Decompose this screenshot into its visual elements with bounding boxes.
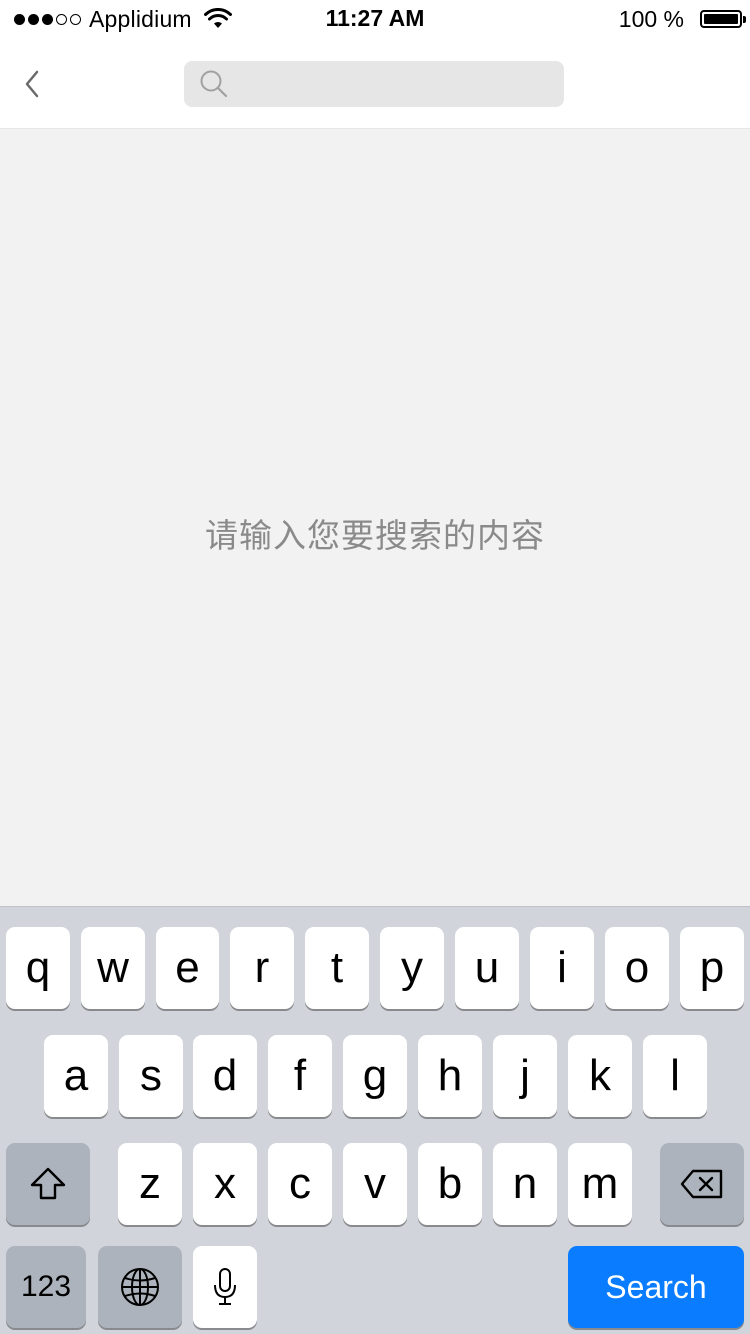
key-label: p	[699, 943, 725, 992]
key-x[interactable]: x	[193, 1143, 257, 1225]
key-i[interactable]: i	[530, 927, 594, 1009]
key-e[interactable]: e	[156, 927, 219, 1009]
key-label: k	[589, 1051, 611, 1100]
key-label: o	[624, 943, 650, 992]
key-v[interactable]: v	[343, 1143, 407, 1225]
back-button[interactable]	[14, 64, 50, 104]
key-label: b	[437, 1159, 463, 1208]
key-l[interactable]: l	[643, 1035, 707, 1117]
key-label: m	[581, 1159, 619, 1208]
nav-bar	[0, 40, 750, 129]
key-label: w	[97, 943, 129, 992]
key-label: s	[140, 1051, 162, 1100]
key-k[interactable]: k	[568, 1035, 632, 1117]
key-r[interactable]: r	[230, 927, 294, 1009]
shift-icon	[30, 1167, 66, 1200]
key-q[interactable]: q	[6, 927, 70, 1009]
chevron-left-icon	[25, 70, 39, 98]
key-label: q	[25, 943, 51, 992]
key-label: d	[212, 1051, 238, 1100]
search-input[interactable]	[230, 64, 564, 104]
status-right: 100 %	[618, 5, 746, 32]
key-label: g	[362, 1051, 388, 1100]
key-m[interactable]: m	[568, 1143, 632, 1225]
key-label: a	[63, 1051, 89, 1100]
globe-key[interactable]	[98, 1246, 182, 1328]
key-label: c	[289, 1159, 311, 1208]
globe-icon	[121, 1268, 159, 1306]
key-h[interactable]: h	[418, 1035, 482, 1117]
battery-fill	[704, 14, 738, 24]
delete-key[interactable]	[660, 1143, 744, 1225]
key-label: u	[474, 943, 500, 992]
search-key-label: Search	[605, 1269, 707, 1305]
key-label: e	[175, 943, 200, 992]
numbers-key[interactable]: 123	[6, 1246, 86, 1328]
battery-tip	[743, 16, 746, 23]
key-f[interactable]: f	[268, 1035, 332, 1117]
key-a[interactable]: a	[44, 1035, 108, 1117]
search-key[interactable]: Search	[568, 1246, 744, 1328]
key-label: v	[364, 1159, 386, 1208]
main-content: 请输入您要搜索的内容	[0, 129, 750, 906]
battery-percentage: 100 %	[618, 5, 684, 32]
key-label: h	[437, 1051, 463, 1100]
numbers-key-label: 123	[20, 1270, 72, 1303]
key-b[interactable]: b	[418, 1143, 482, 1225]
key-label: j	[520, 1051, 530, 1100]
search-icon	[198, 68, 230, 100]
key-o[interactable]: o	[605, 927, 669, 1009]
key-j[interactable]: j	[493, 1035, 557, 1117]
key-u[interactable]: u	[455, 927, 519, 1009]
empty-search-hint: 请输入您要搜索的内容	[205, 516, 545, 555]
key-label: l	[670, 1051, 680, 1100]
search-box[interactable]	[184, 61, 564, 107]
key-label: t	[330, 943, 344, 992]
keyboard: q w e r t y u i o p a s d f g h j k l z …	[0, 906, 750, 1334]
key-c[interactable]: c	[268, 1143, 332, 1225]
microphone-icon	[214, 1268, 236, 1305]
key-label: x	[214, 1159, 236, 1208]
key-g[interactable]: g	[343, 1035, 407, 1117]
key-z[interactable]: z	[118, 1143, 182, 1225]
key-t[interactable]: t	[305, 927, 369, 1009]
key-d[interactable]: d	[193, 1035, 257, 1117]
key-n[interactable]: n	[493, 1143, 557, 1225]
key-label: r	[254, 943, 270, 992]
key-label: f	[293, 1051, 307, 1100]
status-bar: Applidium 11:27 AM 100 %	[0, 0, 750, 40]
key-label: n	[512, 1159, 538, 1208]
key-s[interactable]: s	[119, 1035, 183, 1117]
key-label: i	[557, 943, 567, 992]
key-y[interactable]: y	[380, 927, 444, 1009]
key-w[interactable]: w	[81, 927, 145, 1009]
key-label: y	[401, 943, 423, 992]
delete-icon	[680, 1169, 723, 1199]
microphone-key[interactable]	[193, 1246, 257, 1328]
battery-icon	[700, 10, 746, 28]
key-label: z	[139, 1159, 161, 1208]
shift-key[interactable]	[6, 1143, 90, 1225]
key-p[interactable]: p	[680, 927, 744, 1009]
